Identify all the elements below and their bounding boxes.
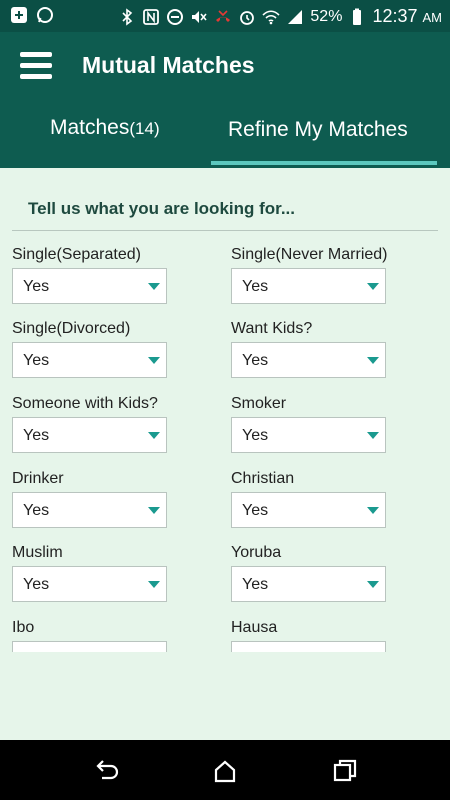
dropdown-arrow-icon <box>367 283 379 290</box>
select-ibo[interactable] <box>12 641 167 652</box>
battery-percent: 52% <box>310 7 343 25</box>
field-label-ibo: Ibo <box>12 619 35 636</box>
select-hausa-clip <box>231 641 386 652</box>
field-label-drinker: Drinker <box>12 470 64 487</box>
field-label-single-never-married: Single(Never Married) <box>231 246 388 263</box>
tab-matches-label: Matches <box>50 116 130 139</box>
field-label-single-divorced: Single(Divorced) <box>12 320 131 337</box>
signal-icon <box>288 9 303 24</box>
select-want-kids[interactable]: Yes <box>231 342 386 378</box>
select-muslim[interactable]: Yes <box>12 566 167 602</box>
select-value: Yes <box>242 502 269 519</box>
page-title: Mutual Matches <box>82 52 255 78</box>
field-label-single-separated: Single(Separated) <box>12 246 141 263</box>
tab-bar: Matches(14) Refine My Matches <box>0 102 450 168</box>
dropdown-arrow-icon <box>367 581 379 588</box>
recent-apps-icon[interactable] <box>330 756 360 786</box>
dropdown-arrow-icon <box>148 357 160 364</box>
select-someone-with-kids[interactable]: Yes <box>12 417 167 453</box>
field-label-someone-with-kids: Someone with Kids? <box>12 395 158 412</box>
notification-plus-icon <box>11 7 27 23</box>
select-value: Yes <box>242 352 269 369</box>
dropdown-arrow-icon <box>367 507 379 514</box>
active-tab-indicator <box>211 161 437 165</box>
select-value: Yes <box>23 427 50 444</box>
select-single-separated[interactable]: Yes <box>12 268 167 304</box>
status-bar: 52% 12:37 AM <box>0 0 450 32</box>
back-icon[interactable] <box>91 756 121 786</box>
select-christian[interactable]: Yes <box>231 492 386 528</box>
bluetooth-icon <box>122 7 133 26</box>
dropdown-arrow-icon <box>367 432 379 439</box>
refine-form: Tell us what you are looking for... Sing… <box>0 168 450 740</box>
alarm-icon <box>240 10 255 25</box>
clock: 12:37 AM <box>372 6 442 26</box>
select-hausa[interactable] <box>231 641 386 652</box>
select-value: Yes <box>23 278 50 295</box>
app-bar: Mutual Matches <box>0 32 450 102</box>
select-single-divorced[interactable]: Yes <box>12 342 167 378</box>
dropdown-arrow-icon <box>148 507 160 514</box>
select-single-never-married[interactable]: Yes <box>231 268 386 304</box>
dropdown-arrow-icon <box>148 432 160 439</box>
form-heading: Tell us what you are looking for... <box>28 199 296 218</box>
block-icon <box>167 8 184 25</box>
field-label-hausa: Hausa <box>231 619 278 636</box>
wifi-icon <box>262 9 280 24</box>
mute-icon <box>192 10 208 23</box>
field-label-christian: Christian <box>231 470 295 487</box>
field-label-yoruba: Yoruba <box>231 544 282 561</box>
system-nav-bar <box>0 740 450 800</box>
field-label-want-kids: Want Kids? <box>231 320 313 337</box>
select-drinker[interactable]: Yes <box>12 492 167 528</box>
dropdown-arrow-icon <box>148 581 160 588</box>
select-yoruba[interactable]: Yes <box>231 566 386 602</box>
battery-icon <box>353 8 362 25</box>
menu-icon[interactable] <box>20 52 52 80</box>
select-value: Yes <box>23 352 50 369</box>
dropdown-arrow-icon <box>148 283 160 290</box>
select-value: Yes <box>242 576 269 593</box>
select-ibo-clip <box>12 641 167 652</box>
select-value: Yes <box>242 427 269 444</box>
divider <box>12 230 438 231</box>
select-value: Yes <box>23 576 50 593</box>
tab-matches[interactable]: Matches(14) <box>50 102 160 168</box>
select-value: Yes <box>23 502 50 519</box>
dropdown-arrow-icon <box>367 357 379 364</box>
field-label-muslim: Muslim <box>12 544 63 561</box>
home-icon[interactable] <box>210 756 240 786</box>
nfc-icon <box>143 8 160 25</box>
tab-matches-count: (14) <box>129 119 160 138</box>
missed-call-icon <box>216 9 231 22</box>
select-value: Yes <box>242 278 269 295</box>
whatsapp-icon <box>37 7 53 23</box>
select-smoker[interactable]: Yes <box>231 417 386 453</box>
field-label-smoker: Smoker <box>231 395 287 412</box>
